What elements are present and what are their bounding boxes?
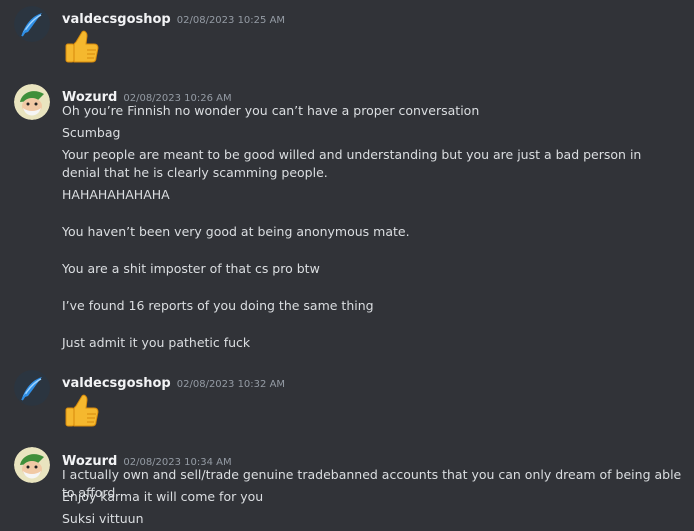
avatar-gnome-icon [14,84,50,120]
message-line: HAHAHAHAHAHA [62,187,170,202]
message-line: I’ve found 16 reports of you doing the s… [62,298,374,313]
avatar-blue-feather-icon [14,370,50,406]
message-line: Just admit it you pathetic fuck [62,335,251,350]
message-line: Enjoy karma it will come for you [62,489,264,504]
thumbs-up-icon [65,394,99,427]
avatar[interactable] [14,370,50,406]
avatar[interactable] [14,84,50,120]
message-line: You haven’t been very good at being anon… [62,224,410,239]
message-line: Suksi vittuun [62,511,144,526]
avatar-blue-feather-icon [14,6,50,42]
avatar[interactable] [14,447,50,483]
thumbs-up-icon [65,30,99,63]
timestamp: 02/08/2023 10:32 AM [176,379,286,390]
message-line: You are a shit imposter of that cs pro b… [62,261,320,276]
avatar-gnome-icon [14,447,50,483]
message-line: Your people are meant to be good willed … [62,147,642,180]
message-line: Scumbag [62,125,121,140]
timestamp: 02/08/2023 10:25 AM [176,15,286,26]
message-line: Oh you’re Finnish no wonder you can’t ha… [62,103,480,118]
avatar[interactable] [14,6,50,42]
